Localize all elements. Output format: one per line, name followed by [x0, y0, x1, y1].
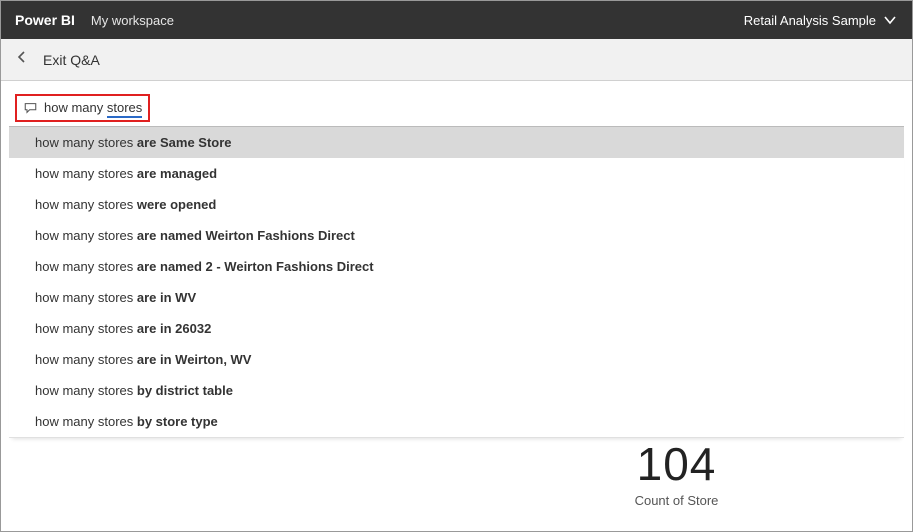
suggestion-item[interactable]: how many stores by store type	[9, 406, 904, 437]
suggestion-item[interactable]: how many stores are managed	[9, 158, 904, 189]
header-left: Power BI My workspace	[15, 12, 174, 28]
qna-term: stores	[107, 100, 142, 118]
result-label: Count of Store	[635, 493, 719, 508]
qna-toolbar: Exit Q&A	[1, 39, 912, 81]
report-switcher[interactable]: Retail Analysis Sample	[744, 12, 898, 28]
suggestion-item[interactable]: how many stores by district table	[9, 375, 904, 406]
suggestion-list: how many stores are Same Store how many …	[9, 127, 904, 438]
result-area: 104 Count of Store	[0, 437, 913, 510]
chat-icon	[23, 101, 38, 115]
qna-prefix: how many	[44, 100, 107, 115]
report-name: Retail Analysis Sample	[744, 13, 876, 28]
qna-area: how many stores how many stores are Same…	[1, 89, 912, 438]
back-icon[interactable]	[15, 50, 29, 69]
app-header: Power BI My workspace Retail Analysis Sa…	[1, 1, 912, 39]
suggestion-item[interactable]: how many stores are named 2 - Weirton Fa…	[9, 251, 904, 282]
chevron-down-icon	[882, 12, 898, 28]
suggestion-item[interactable]: how many stores are in 26032	[9, 313, 904, 344]
suggestion-item[interactable]: how many stores were opened	[9, 189, 904, 220]
suggestion-item[interactable]: how many stores are in WV	[9, 282, 904, 313]
suggestion-item[interactable]: how many stores are Same Store	[9, 127, 904, 158]
brand-label: Power BI	[15, 12, 75, 28]
exit-qna-link[interactable]: Exit Q&A	[43, 52, 100, 68]
workspace-link[interactable]: My workspace	[91, 13, 174, 28]
qna-input-row[interactable]: how many stores	[9, 89, 904, 127]
suggestion-item[interactable]: how many stores are named Weirton Fashio…	[9, 220, 904, 251]
result-value: 104	[635, 437, 719, 491]
qna-input-text: how many stores	[44, 100, 142, 115]
suggestion-item[interactable]: how many stores are in Weirton, WV	[9, 344, 904, 375]
qna-input-highlight: how many stores	[15, 94, 150, 122]
